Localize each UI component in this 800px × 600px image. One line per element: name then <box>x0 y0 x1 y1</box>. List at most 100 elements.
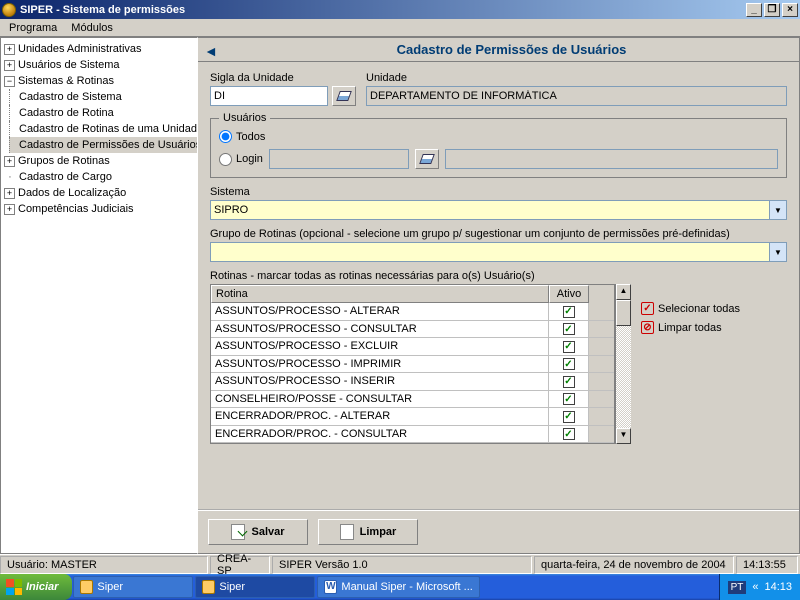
radio-login-label: Login <box>236 153 263 165</box>
collapse-icon[interactable]: − <box>4 76 15 87</box>
tray-clock[interactable]: 14:13 <box>764 581 792 593</box>
status-time: 14:13:55 <box>736 556 798 574</box>
dropdown-icon[interactable]: ▼ <box>770 242 787 262</box>
grid-check[interactable]: ✓ <box>549 356 589 373</box>
grupo-input[interactable] <box>210 242 770 262</box>
menu-modulos[interactable]: Módulos <box>64 20 120 36</box>
grupo-combo[interactable]: ▼ <box>210 242 787 262</box>
eraser-icon <box>336 91 352 101</box>
grid-cell[interactable]: ASSUNTOS/PROCESSO - ALTERAR <box>211 303 549 320</box>
grid-cell[interactable]: ASSUNTOS/PROCESSO - CONSULTAR <box>211 321 549 338</box>
start-label: Iniciar <box>26 581 58 593</box>
windows-logo-icon <box>6 579 22 595</box>
nav-tree[interactable]: +Unidades Administrativas +Usuários de S… <box>0 37 198 554</box>
menu-bar: Programa Módulos <box>0 19 800 37</box>
tree-leaf-icon: · <box>1 171 19 183</box>
grid-check[interactable]: ✓ <box>549 338 589 355</box>
grid-scrollbar[interactable]: ▲ ▼ <box>615 284 631 444</box>
rotinas-grid: Rotina Ativo ASSUNTOS/PROCESSO - ALTERAR… <box>210 284 615 444</box>
back-arrow-icon[interactable]: ◄ <box>204 43 218 57</box>
grid-cell[interactable]: CONSELHEIRO/POSSE - CONSULTAR <box>211 391 549 408</box>
radio-todos-label: Todos <box>236 131 265 143</box>
expand-icon[interactable]: + <box>4 156 15 167</box>
tree-item[interactable]: Cadastro de Rotinas de uma Unidade <box>19 123 198 135</box>
usuarios-fieldset: Usuários Todos Login <box>210 112 787 178</box>
select-all-label: Selecionar todas <box>658 303 740 315</box>
button-bar: Salvar Limpar <box>198 509 799 553</box>
taskbar-item[interactable]: WManual Siper - Microsoft ... <box>317 576 479 598</box>
radio-login[interactable] <box>219 153 232 166</box>
scroll-track[interactable] <box>616 326 631 428</box>
grid-check[interactable]: ✓ <box>549 373 589 390</box>
tree-item[interactable]: Usuários de Sistema <box>18 59 120 71</box>
language-indicator[interactable]: PT <box>728 581 747 594</box>
grid-cell[interactable]: ASSUNTOS/PROCESSO - IMPRIMIR <box>211 356 549 373</box>
task-label: Siper <box>97 581 123 593</box>
expand-icon[interactable]: + <box>4 188 15 199</box>
tree-item[interactable]: Grupos de Rotinas <box>18 155 110 167</box>
grid-body: ASSUNTOS/PROCESSO - ALTERAR✓ ASSUNTOS/PR… <box>211 303 614 443</box>
unidade-label: Unidade <box>366 72 787 84</box>
taskbar-item[interactable]: Siper <box>73 576 193 598</box>
status-bar: Usuário: MASTER CREA-SP SIPER Versão 1.0… <box>0 554 800 574</box>
tree-item[interactable]: Dados de Localização <box>18 187 126 199</box>
app-icon <box>202 580 215 594</box>
close-button[interactable]: × <box>782 3 798 17</box>
expand-icon[interactable]: + <box>4 204 15 215</box>
grupo-label: Grupo de Rotinas (opcional - selecione u… <box>210 228 787 240</box>
taskbar-item-active[interactable]: Siper <box>195 576 315 598</box>
grid-check[interactable]: ✓ <box>549 321 589 338</box>
grid-check[interactable]: ✓ <box>549 408 589 425</box>
tree-item[interactable]: Unidades Administrativas <box>18 43 142 55</box>
sigla-input[interactable] <box>210 86 328 106</box>
minimize-button[interactable]: _ <box>746 3 762 17</box>
scroll-down-icon[interactable]: ▼ <box>616 428 631 444</box>
clear-all-link[interactable]: ⊘Limpar todas <box>641 321 740 334</box>
sistema-combo[interactable]: ▼ <box>210 200 787 220</box>
tree-item[interactable]: Cadastro de Sistema <box>19 91 122 103</box>
word-icon: W <box>324 580 337 594</box>
expand-icon[interactable]: + <box>4 44 15 55</box>
tray-prev-icon[interactable]: « <box>752 581 758 593</box>
select-all-link[interactable]: ✓Selecionar todas <box>641 302 740 315</box>
grid-cell[interactable]: ASSUNTOS/PROCESSO - EXCLUIR <box>211 338 549 355</box>
expand-icon[interactable]: + <box>4 60 15 71</box>
grid-check[interactable]: ✓ <box>549 303 589 320</box>
clear-sigla-button[interactable] <box>332 86 356 106</box>
col-ativo[interactable]: Ativo <box>549 285 589 303</box>
clear-login-button[interactable] <box>415 149 439 169</box>
content-pane: ◄ Cadastro de Permissões de Usuários Sig… <box>198 37 800 554</box>
maximize-button[interactable]: ❐ <box>764 3 780 17</box>
tree-item[interactable]: Cadastro de Cargo <box>19 171 112 183</box>
sistema-label: Sistema <box>210 186 787 198</box>
grid-cell[interactable]: ENCERRADOR/PROC. - ALTERAR <box>211 408 549 425</box>
tree-item[interactable]: Cadastro de Rotina <box>19 107 114 119</box>
clear-button[interactable]: Limpar <box>318 519 418 545</box>
grid-check[interactable]: ✓ <box>549 426 589 443</box>
clear-all-label: Limpar todas <box>658 322 722 334</box>
window-titlebar: SIPER - Sistema de permissões _ ❐ × <box>0 0 800 19</box>
save-button[interactable]: Salvar <box>208 519 308 545</box>
col-rotina[interactable]: Rotina <box>211 285 549 303</box>
system-tray[interactable]: PT « 14:13 <box>719 574 800 600</box>
start-button[interactable]: Iniciar <box>0 574 72 600</box>
sistema-input[interactable] <box>210 200 770 220</box>
radio-todos[interactable] <box>219 130 232 143</box>
scroll-thumb[interactable] <box>616 300 631 326</box>
os-taskbar: Iniciar Siper Siper WManual Siper - Micr… <box>0 574 800 600</box>
dropdown-icon[interactable]: ▼ <box>770 200 787 220</box>
window-title: SIPER - Sistema de permissões <box>20 4 744 16</box>
menu-programa[interactable]: Programa <box>2 20 64 36</box>
tree-item[interactable]: Competências Judiciais <box>18 203 134 215</box>
scroll-up-icon[interactable]: ▲ <box>616 284 631 300</box>
login-input[interactable] <box>269 149 409 169</box>
tree-item-selected[interactable]: Cadastro de Permissões de Usuários <box>19 139 198 151</box>
tree-item[interactable]: Sistemas & Rotinas <box>18 75 114 87</box>
save-label: Salvar <box>251 526 284 538</box>
grid-cell[interactable]: ASSUNTOS/PROCESSO - INSERIR <box>211 373 549 390</box>
grid-check[interactable]: ✓ <box>549 391 589 408</box>
status-user: Usuário: MASTER <box>0 556 208 574</box>
unidade-field <box>366 86 787 106</box>
page-icon <box>340 524 354 540</box>
grid-cell[interactable]: ENCERRADOR/PROC. - CONSULTAR <box>211 426 549 443</box>
